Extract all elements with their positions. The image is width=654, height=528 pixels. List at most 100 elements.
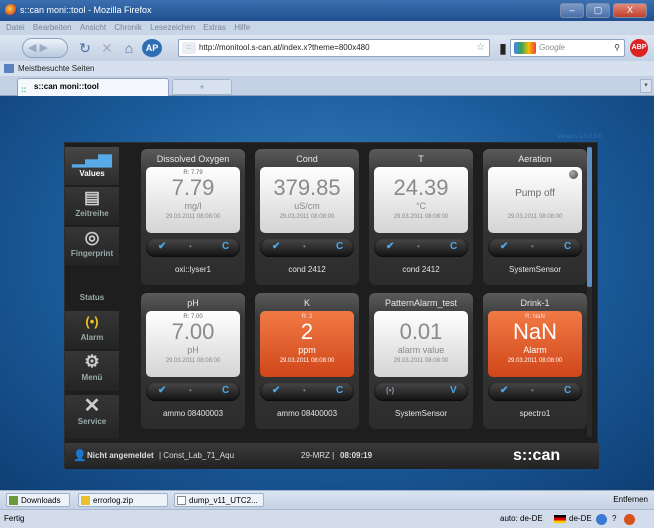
measurement-card[interactable]: R: 7.00 7.00 pH 29.03.2011 08:08:00 [146,311,240,377]
measurement-timestamp: 29.03.2011 08:08:00 [165,358,221,364]
monitor-panel: ▁▃▅ Values ▤ Zeitreihe ◎ Fingerprint Sta… [64,142,599,469]
sensor-status-bar[interactable]: ✔ • C [488,382,582,401]
language-auto[interactable]: auto: de-DE [500,510,543,528]
scrollbar-thumb[interactable] [587,147,592,287]
measurement-timestamp: 29.03.2011 08:08:00 [507,214,563,220]
download-item-errorlog[interactable]: errorlog.zip [78,493,168,507]
measurement-card[interactable]: Pump off 29.03.2011 08:08:00 [488,167,582,233]
measurement-unit: alarm value [397,345,445,355]
tab-list-icon[interactable]: ▾ [640,79,652,93]
sensor-status-bar[interactable]: ✔ • C [260,238,354,257]
sensor-status-bar[interactable]: ✔ • C [374,238,468,257]
search-engine-icon[interactable] [514,42,536,54]
sensor-status-bar[interactable]: ✔ • C [146,382,240,401]
menu-bar: Datei Bearbeiten Ansicht Chronik Lesezei… [0,21,654,35]
maximize-button[interactable]: ▢ [586,3,610,18]
sidebar-item-zeitreihe[interactable]: ▤ Zeitreihe [65,187,119,225]
tile-title: Dissolved Oxygen [156,154,230,164]
measurement-unit: pH [187,345,199,355]
addon-status-icon[interactable] [624,514,635,525]
value-tile[interactable]: Aeration Pump off 29.03.2011 08:08:00 ✔ • C Sy… [483,149,587,285]
menu-lesezeichen[interactable]: Lesezeichen [150,23,195,32]
measurement-unit: Alarm [523,345,547,355]
status-dot-icon: • [189,242,192,251]
firefox-icon [5,4,17,16]
adblock-icon[interactable]: ABP [630,39,648,57]
sensor-name: ammo 08400003 [276,409,338,418]
addon-icon[interactable]: AP [142,39,162,57]
file-icon [177,496,186,505]
menu-chronik[interactable]: Chronik [114,23,142,32]
stop-icon[interactable]: ✕ [98,39,116,57]
menu-bearbeiten[interactable]: Bearbeiten [33,23,72,32]
gear-icon: ⚙ [84,352,100,371]
status-mode-indicator: C [564,385,572,396]
sidebar-item-menu[interactable]: ⚙ Menü [65,351,119,391]
value-tile[interactable]: Drink-1 R: NaN NaN Alarm 29.03.2011 08:08:00… [483,293,587,429]
download-label-errorlog: errorlog.zip [93,496,134,505]
sensor-name: SystemSensor [394,409,448,418]
sidebar-item-fingerprint[interactable]: ◎ Fingerprint [65,227,119,265]
sensor-status-bar[interactable]: (•) V [374,382,468,401]
sensor-status-bar[interactable]: ✔ • C [488,238,582,257]
scrollbar[interactable] [587,147,592,437]
measurement-card[interactable]: 379.85 uS/cm 29.03.2011 08:08:00 [260,167,354,233]
bookmark-most-visited[interactable]: Meistbesuchte Seiten [18,64,95,73]
sidebar-item-status[interactable]: Status [65,293,119,307]
value-tile[interactable]: K R: 2 2 ppm 29.03.2011 08:08:00 ✔ • Cammo 0840… [255,293,359,429]
sensor-status-bar[interactable]: ✔ • C [260,382,354,401]
sidebar: ▁▃▅ Values ▤ Zeitreihe ◎ Fingerprint Sta… [65,143,119,443]
minimize-button[interactable]: – [560,3,584,18]
sidebar-item-alarm[interactable]: (•) Alarm [65,311,119,349]
sensor-name: SystemSensor [508,265,562,274]
search-input[interactable]: Google ⚲ [510,39,625,57]
sidebar-item-values[interactable]: ▁▃▅ Values [65,147,119,185]
downloads-label: Downloads [21,496,61,505]
measurement-card[interactable]: 24.39 °C 29.03.2011 08:08:00 [374,167,468,233]
scan-logo: s::can [513,447,561,464]
menu-ansicht[interactable]: Ansicht [80,23,106,32]
login-status[interactable]: Nicht angemeldet [87,443,154,469]
tab-active[interactable]: :: s::can moni::tool [17,78,169,96]
url-input[interactable]: :: http://monitool.s-can.at/index.x?them… [178,39,490,57]
value-tile[interactable]: PatternAlarm_test 0.01 alarm value 29.03.20… [369,293,473,429]
new-tab-button[interactable]: + [172,79,232,95]
download-item-dump[interactable]: dump_v11_UTC2... [174,493,264,507]
url-text: http://monitool.s-can.at/index.x?theme=8… [199,43,370,52]
status-footer: 👤 Nicht angemeldet | Const_Lab_71_Aqu 29… [65,443,599,469]
measurement-card[interactable]: R: 7.79 7.79 mg/l 29.03.2011 08:08:00 [146,167,240,233]
menu-datei[interactable]: Datei [6,23,25,32]
tools-icon: ✕ [83,395,101,417]
menu-hilfe[interactable]: Hilfe [234,23,250,32]
measurement-value: 379.85 [273,175,341,200]
sidebar-label-fingerprint: Fingerprint [70,249,114,258]
sensor-name: oxi::lyser1 [174,265,211,274]
measurement-card[interactable]: 0.01 alarm value 29.03.2011 08:08:00 [374,311,468,377]
help-icon[interactable]: ? [612,510,616,528]
footer-date: 29-MRZ | [301,451,335,460]
measurement-timestamp: 29.03.2011 08:08:00 [393,358,449,364]
sidebar-item-service[interactable]: ✕ Service [65,395,119,439]
value-tile[interactable]: Cond 379.85 uS/cm 29.03.2011 08:08:00 ✔ • Ccon… [255,149,359,285]
measurement-card[interactable]: R: NaN NaN Alarm 29.03.2011 08:08:00 [488,311,582,377]
timeseries-icon: ▤ [83,188,101,207]
reload-icon[interactable]: ↻ [76,39,94,57]
language-dictionary[interactable]: de-DE [569,510,592,528]
home-icon[interactable]: ⌂ [120,39,138,57]
sensor-status-bar[interactable]: ✔ • C [146,238,240,257]
alarm-icon: (•) [85,314,99,329]
close-button[interactable]: X [613,3,647,18]
value-tile[interactable]: pH R: 7.00 7.00 pH 29.03.2011 08:08:00 ✔ • Camm… [141,293,245,429]
search-go-icon[interactable]: ⚲ [614,40,620,56]
measurement-card[interactable]: R: 2 2 ppm 29.03.2011 08:08:00 [260,311,354,377]
downloads-button[interactable]: Downloads [6,493,70,507]
measurement-value: 7.00 [171,319,215,344]
value-tile[interactable]: T 24.39 °C 29.03.2011 08:08:00 ✔ • Ccond 2412 [369,149,473,285]
menu-extras[interactable]: Extras [203,23,226,32]
download-label-dump: dump_v11_UTC2... [189,496,258,505]
remove-downloads-button[interactable]: Entfernen [613,491,648,509]
bookmark-star-icon[interactable]: ☆ [476,40,485,56]
site-identity-icon[interactable]: :: [182,42,196,54]
value-tile[interactable]: Dissolved Oxygen R: 7.79 7.79 mg/l 29.03.201… [141,149,245,285]
back-forward-button[interactable]: ◀ ▶ [22,38,68,58]
